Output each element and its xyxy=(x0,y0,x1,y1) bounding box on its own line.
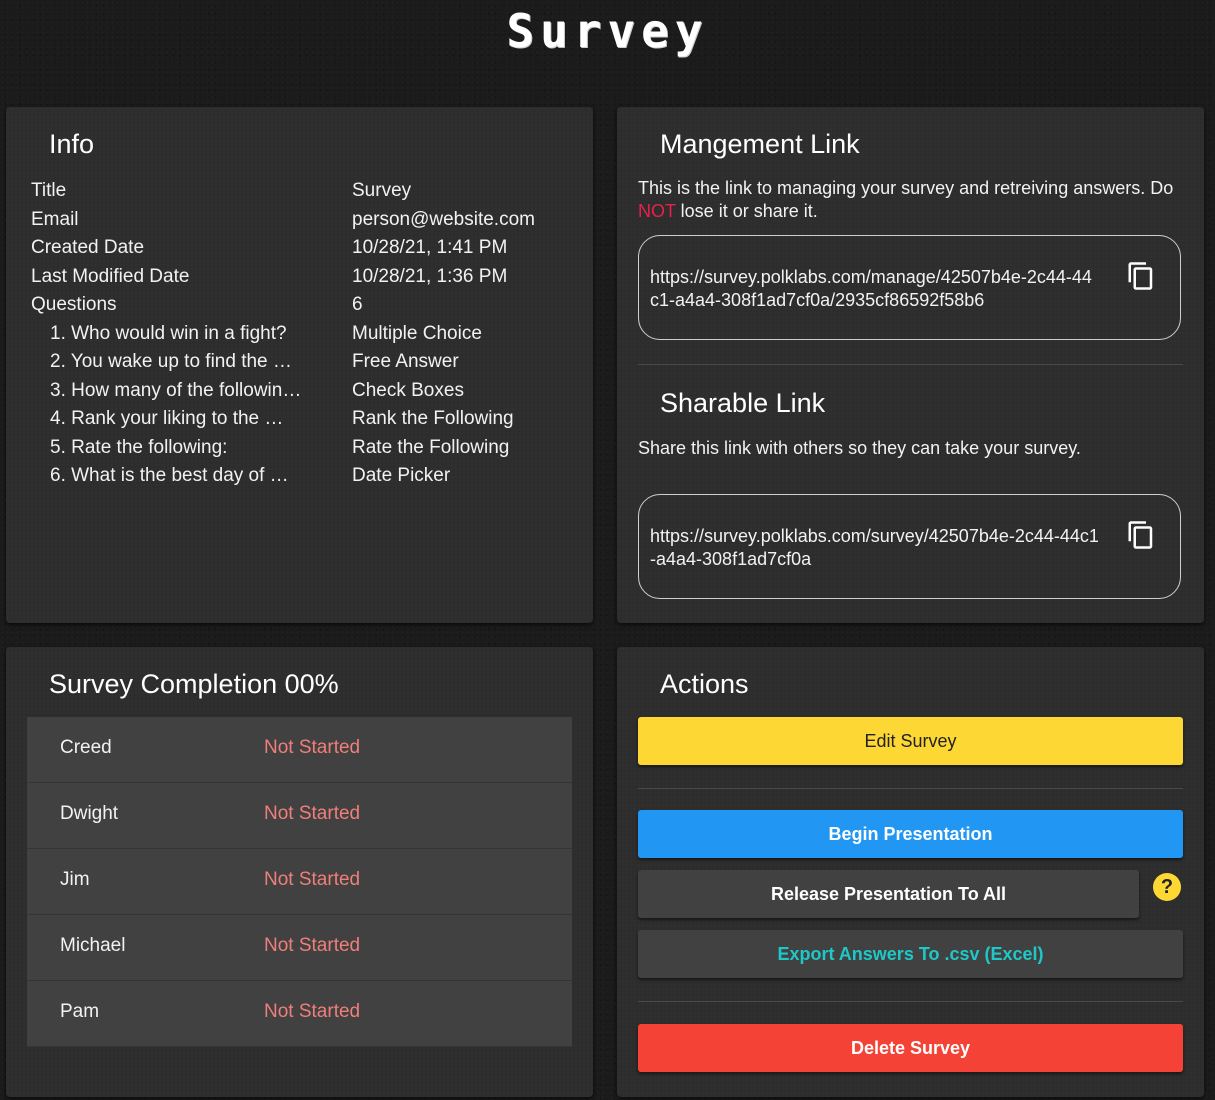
question-type: Date Picker xyxy=(352,465,451,486)
participant-name: Creed xyxy=(60,737,112,758)
sharable-url[interactable]: https://survey.polklabs.com/survey/42507… xyxy=(650,525,1100,571)
list-item: Pam Not Started xyxy=(27,981,572,1047)
completion-heading: Survey Completion 00% xyxy=(49,669,339,699)
management-desc-text-end: lose it or share it. xyxy=(675,201,818,221)
participant-status: Not Started xyxy=(264,737,361,758)
export-csv-button[interactable]: Export Answers To .csv (Excel) xyxy=(638,930,1183,978)
question-label: 2. You wake up to find the … xyxy=(50,351,292,372)
participant-name: Dwight xyxy=(60,803,119,824)
info-key: Created Date xyxy=(31,237,145,258)
info-row-modified: Last Modified Date 10/28/21, 1:36 PM xyxy=(31,266,571,294)
help-icon[interactable]: ? xyxy=(1153,873,1181,901)
management-desc-text: This is the link to managing your survey… xyxy=(638,178,1174,198)
copy-icon[interactable] xyxy=(1126,519,1156,551)
edit-survey-button[interactable]: Edit Survey xyxy=(638,717,1183,765)
info-row-title: Title Survey xyxy=(31,180,571,208)
question-row: 1. Who would win in a fight? Multiple Ch… xyxy=(31,323,571,351)
info-row-questions: Questions 6 xyxy=(31,294,571,322)
info-value: 10/28/21, 1:36 PM xyxy=(352,266,508,287)
completion-card: Survey Completion 00% Creed Not Started … xyxy=(6,647,593,1097)
info-value: Survey xyxy=(352,180,412,201)
info-value: person@website.com xyxy=(352,209,535,230)
sharable-description: Share this link with others so they can … xyxy=(638,438,1081,458)
begin-presentation-button[interactable]: Begin Presentation xyxy=(638,810,1183,858)
app-title: Survey xyxy=(506,4,709,58)
list-item: Michael Not Started xyxy=(27,915,572,981)
participant-name: Pam xyxy=(60,1001,100,1022)
info-value: 6 xyxy=(352,294,363,315)
question-row: 2. You wake up to find the … Free Answer xyxy=(31,351,571,379)
list-item: Dwight Not Started xyxy=(27,783,572,849)
actions-heading: Actions xyxy=(660,669,749,699)
participant-name: Michael xyxy=(60,935,126,956)
question-row: 4. Rank your liking to the … Rank the Fo… xyxy=(31,408,571,436)
management-description: This is the link to managing your survey… xyxy=(638,177,1188,223)
question-type: Multiple Choice xyxy=(352,323,482,344)
info-key: Email xyxy=(31,209,79,230)
question-row: 3. How many of the followin… Check Boxes xyxy=(31,380,571,408)
divider xyxy=(638,1001,1183,1002)
list-item: Creed Not Started xyxy=(27,717,572,783)
question-label: 3. How many of the followin… xyxy=(50,380,302,401)
participant-status: Not Started xyxy=(264,1001,361,1022)
participant-status: Not Started xyxy=(264,935,361,956)
info-row-email: Email person@website.com xyxy=(31,209,571,237)
question-row: 5. Rate the following: Rate the Followin… xyxy=(31,437,571,465)
participant-status: Not Started xyxy=(264,803,361,824)
links-card: Mangement Link This is the link to manag… xyxy=(617,107,1204,623)
sharable-link-box: https://survey.polklabs.com/survey/42507… xyxy=(638,494,1181,599)
management-link-box: https://survey.polklabs.com/manage/42507… xyxy=(638,235,1181,340)
list-item: Jim Not Started xyxy=(27,849,572,915)
sharable-heading: Sharable Link xyxy=(660,388,826,418)
info-key: Last Modified Date xyxy=(31,266,190,287)
info-key: Questions xyxy=(31,294,117,315)
copy-icon[interactable] xyxy=(1126,260,1156,292)
info-value: 10/28/21, 1:41 PM xyxy=(352,237,508,258)
info-heading: Info xyxy=(49,129,95,159)
question-type: Free Answer xyxy=(352,351,459,372)
participant-name: Jim xyxy=(60,869,90,890)
delete-survey-button[interactable]: Delete Survey xyxy=(638,1024,1183,1072)
question-type: Rank the Following xyxy=(352,408,514,429)
question-label: 4. Rank your liking to the … xyxy=(50,408,284,429)
question-row: 6. What is the best day of … Date Picker xyxy=(31,465,571,493)
divider xyxy=(638,364,1183,365)
management-url[interactable]: https://survey.polklabs.com/manage/42507… xyxy=(650,266,1100,312)
actions-card: Actions Edit Survey Begin Presentation R… xyxy=(617,647,1204,1097)
participant-list: Creed Not Started Dwight Not Started Jim… xyxy=(27,717,572,1047)
info-card: Info Title Survey Email person@website.c… xyxy=(6,107,593,623)
question-label: 6. What is the best day of … xyxy=(50,465,289,486)
participant-status: Not Started xyxy=(264,869,361,890)
question-label: 5. Rate the following: xyxy=(50,437,228,458)
info-row-created: Created Date 10/28/21, 1:41 PM xyxy=(31,237,571,265)
warning-not-text: NOT xyxy=(638,201,676,221)
release-presentation-button[interactable]: Release Presentation To All xyxy=(638,870,1139,918)
info-key: Title xyxy=(31,180,67,201)
management-heading: Mangement Link xyxy=(660,129,860,159)
question-type: Rate the Following xyxy=(352,437,510,458)
divider xyxy=(638,788,1183,789)
question-type: Check Boxes xyxy=(352,380,464,401)
question-label: 1. Who would win in a fight? xyxy=(50,323,287,344)
